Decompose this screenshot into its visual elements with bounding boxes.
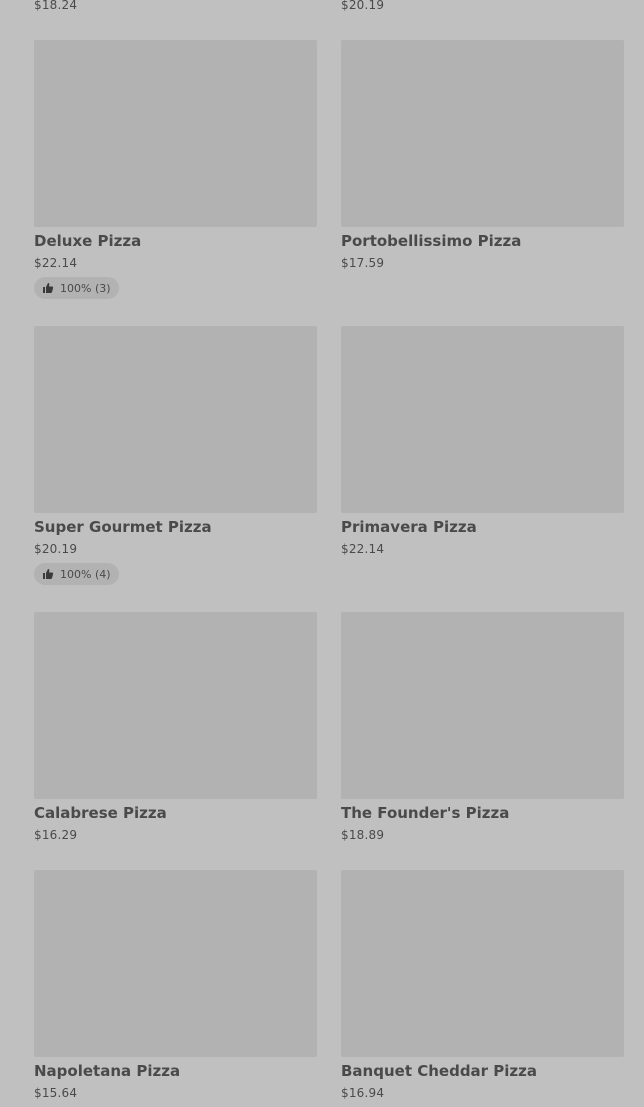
menu-item-card[interactable]: Banquet Cheddar Pizza $16.94 [341, 870, 624, 1100]
item-name: Portobellissimo Pizza [341, 232, 522, 250]
menu-item-card[interactable]: Primavera Pizza $22.14 [341, 326, 624, 556]
thumbs-up-icon [43, 569, 54, 579]
item-name: Banquet Cheddar Pizza [341, 1062, 538, 1080]
item-name: Calabrese Pizza [34, 804, 167, 822]
item-price: $15.64 [34, 1086, 78, 1100]
menu-item-card[interactable]: Napoletana Pizza $15.64 [34, 870, 317, 1100]
menu-item-card[interactable]: Calabrese Pizza $16.29 [34, 612, 317, 842]
menu-item-card[interactable]: Super Gourmet Pizza $20.19 100% (4) [34, 326, 317, 585]
rating-badge: 100% (3) [34, 277, 119, 299]
item-image[interactable] [34, 40, 317, 227]
item-price: $18.24 [34, 0, 78, 12]
item-image[interactable] [341, 612, 624, 799]
rating-badge: 100% (4) [34, 563, 119, 585]
menu-item-card[interactable]: Portobellissimo Pizza $17.59 [341, 40, 624, 270]
item-name: Super Gourmet Pizza [34, 518, 212, 536]
item-name: Napoletana Pizza [34, 1062, 181, 1080]
item-image[interactable] [341, 870, 624, 1057]
menu-item-card[interactable]: Deluxe Pizza $22.14 100% (3) [34, 40, 317, 299]
item-image[interactable] [341, 40, 624, 227]
item-price: $18.89 [341, 828, 385, 842]
item-price: $22.14 [341, 542, 385, 556]
item-name: The Founder's Pizza [341, 804, 510, 822]
item-price: $16.29 [34, 828, 78, 842]
item-image[interactable] [34, 612, 317, 799]
item-image[interactable] [341, 326, 624, 513]
item-price: $17.59 [341, 256, 385, 270]
menu-item-card[interactable]: The Founder's Pizza $18.89 [341, 612, 624, 842]
item-image[interactable] [34, 870, 317, 1057]
item-price: $16.94 [341, 1086, 385, 1100]
item-name: Deluxe Pizza [34, 232, 142, 250]
rating-text: 100% (3) [60, 281, 111, 295]
item-price: $22.14 [34, 256, 78, 270]
thumbs-up-icon [43, 283, 54, 293]
item-price: $20.19 [341, 0, 385, 12]
item-name: Primavera Pizza [341, 518, 477, 536]
item-price: $20.19 [34, 542, 78, 556]
item-image[interactable] [34, 326, 317, 513]
rating-text: 100% (4) [60, 567, 111, 581]
